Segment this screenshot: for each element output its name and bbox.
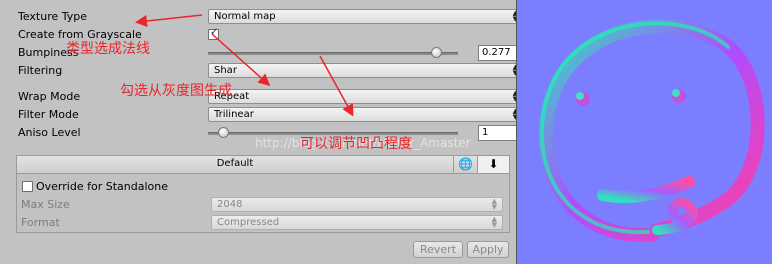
wrap-mode-row: Wrap Mode Repeat ▲▼ <box>18 89 524 105</box>
annotation-grayscale: 勾选从灰度图生成 <box>120 83 232 99</box>
format-label: Format <box>21 216 60 229</box>
filter-mode-dropdown[interactable]: Trilinear ▲▼ <box>208 107 524 122</box>
format-dropdown[interactable]: Compressed ▲ ▼ <box>211 215 503 230</box>
annotation-type-normal: 类型选成法线 <box>66 41 150 57</box>
globe-icon[interactable]: 🌐 <box>453 156 477 173</box>
dropdown-arrows-icon: ▲▼ <box>491 197 497 211</box>
format-value: Compressed <box>217 217 280 228</box>
dropdown-arrows-icon: ▲▼ <box>491 215 497 229</box>
bumpiness-slider-thumb[interactable] <box>430 47 442 58</box>
max-size-row: Max Size 2048 ▲ ▼ <box>21 197 509 213</box>
max-size-label: Max Size <box>21 198 70 211</box>
override-label: Override for Standalone <box>36 180 168 193</box>
texture-type-dropdown[interactable]: Normal map ▲▼ <box>208 9 524 24</box>
filtering-row: Filtering Shar ▲▼ <box>18 63 524 79</box>
create-from-grayscale-checkbox[interactable]: ✓ <box>208 27 219 40</box>
platform-settings-panel: Default 🌐 ⬇ Override for Standalone Max … <box>16 155 510 233</box>
format-row: Format Compressed ▲ ▼ <box>21 215 509 231</box>
apply-button[interactable]: Apply <box>467 241 509 258</box>
annotation-bump: 可以调节凹凸程度 <box>300 136 412 152</box>
download-icon[interactable]: ⬇ <box>477 156 509 173</box>
aniso-level-label: Aniso Level <box>18 126 81 139</box>
wrap-mode-label: Wrap Mode <box>18 90 81 103</box>
filtering-label: Filtering <box>18 64 63 77</box>
max-size-dropdown[interactable]: 2048 ▲ ▼ <box>211 197 503 212</box>
aniso-level-slider-thumb[interactable] <box>218 127 229 138</box>
normal-map-image <box>538 19 765 243</box>
texture-type-row: Texture Type Normal map ▲▼ <box>18 9 524 25</box>
filter-mode-label: Filter Mode <box>18 108 79 121</box>
texture-type-label: Texture Type <box>18 10 88 23</box>
max-size-value: 2048 <box>217 199 243 210</box>
filtering-value: Shar <box>214 65 237 76</box>
platform-tab-bar: Default 🌐 ⬇ <box>17 156 509 174</box>
wrap-mode-dropdown[interactable]: Repeat ▲▼ <box>208 89 524 104</box>
tab-default[interactable]: Default <box>17 158 453 169</box>
revert-button[interactable]: Revert <box>413 241 463 258</box>
texture-type-value: Normal map <box>214 11 276 22</box>
override-checkbox[interactable] <box>22 181 33 192</box>
filter-mode-value: Trilinear <box>214 109 254 120</box>
filter-mode-row: Filter Mode Trilinear ▲▼ <box>18 107 524 123</box>
bumpiness-slider-track[interactable] <box>208 52 458 55</box>
checkmark-icon: ✓ <box>210 27 219 38</box>
normal-map-preview <box>516 0 772 264</box>
filtering-dropdown[interactable]: Shar ▲▼ <box>208 63 524 78</box>
override-row: Override for Standalone <box>21 179 509 195</box>
